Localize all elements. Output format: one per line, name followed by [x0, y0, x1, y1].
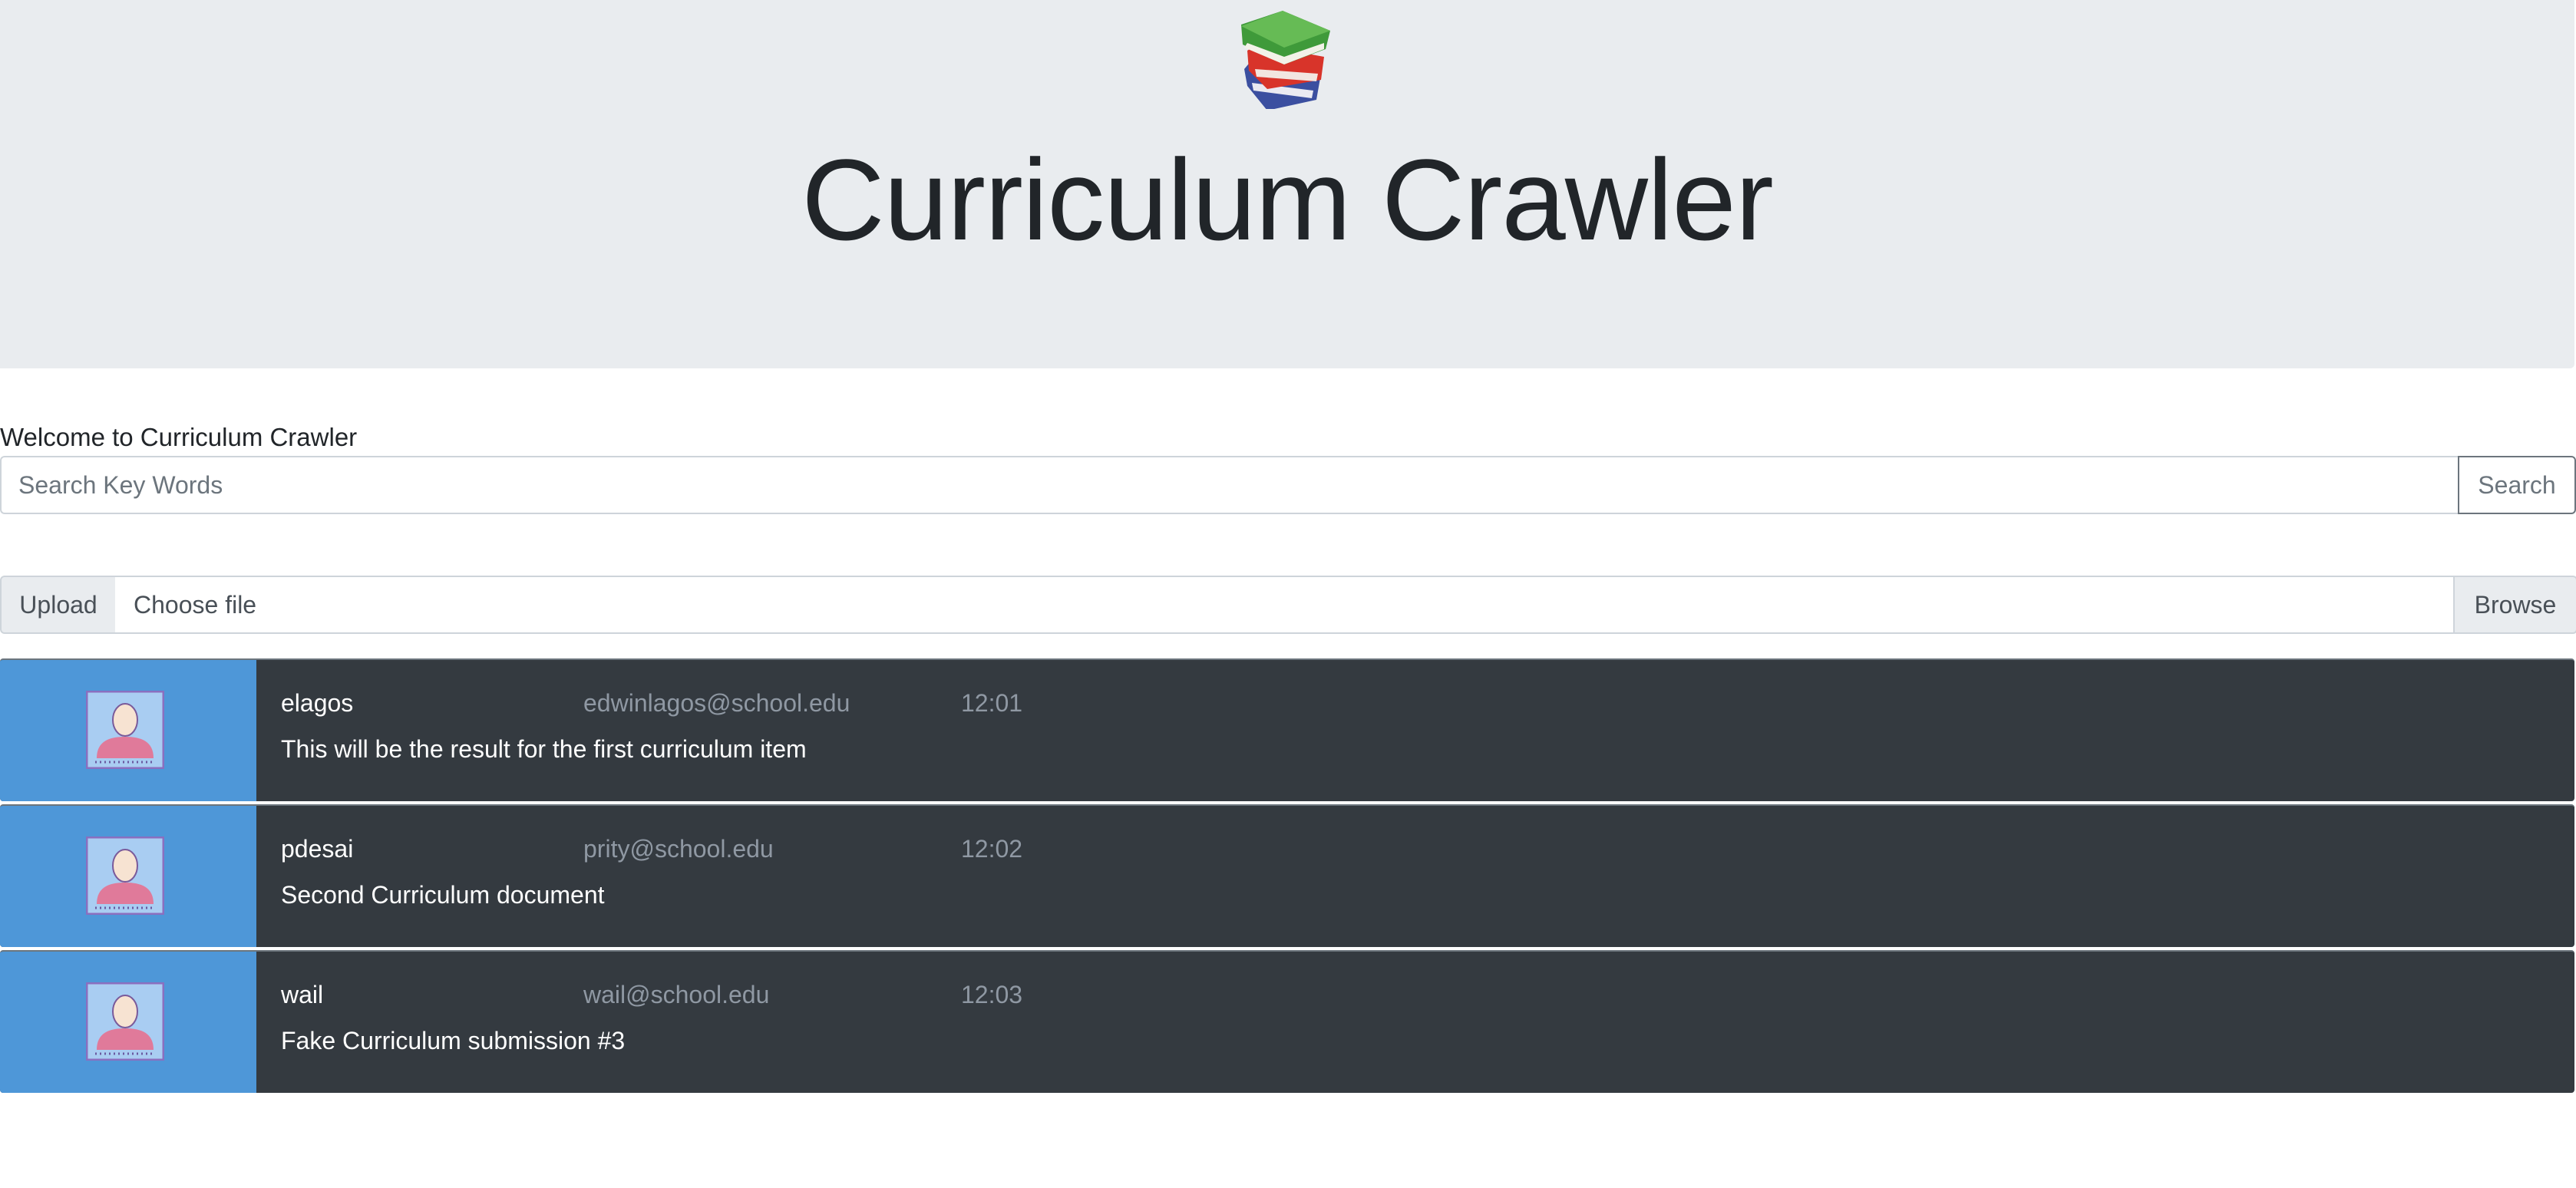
result-email: edwinlagos@school.edu: [583, 689, 850, 717]
result-time: 12:02: [961, 835, 1023, 863]
header-jumbotron: Curriculum Crawler: [0, 0, 2574, 368]
file-input-label: Choose file: [134, 591, 257, 619]
result-username: elagos: [281, 689, 354, 717]
result-username: wail: [281, 981, 324, 1008]
avatar-cell: [0, 952, 256, 1093]
page-title: Curriculum Crawler: [801, 135, 1774, 264]
books-icon: [1241, 11, 1330, 109]
result-description: Second Curriculum document: [281, 881, 605, 909]
result-item[interactable]: wail wail@school.edu 12:03 Fake Curricul…: [0, 950, 2574, 1093]
result-description: This will be the result for the first cu…: [281, 735, 807, 763]
result-description: Fake Curriculum submission #3: [281, 1027, 626, 1054]
welcome-text: Welcome to Curriculum Crawler: [0, 423, 358, 451]
search-bar: Search Key Words Search: [0, 456, 2576, 514]
file-input[interactable]: Choose file: [115, 576, 2453, 634]
avatar-cell: [0, 660, 256, 801]
result-time: 12:03: [961, 981, 1023, 1008]
upload-bar: Upload Choose file Browse: [0, 576, 2576, 634]
search-input[interactable]: Search Key Words: [0, 456, 2459, 514]
result-item[interactable]: pdesai prity@school.edu 12:02 Second Cur…: [0, 804, 2574, 947]
user-avatar-icon: [86, 691, 164, 769]
search-button[interactable]: Search: [2458, 456, 2576, 514]
user-avatar-icon: [86, 837, 164, 915]
result-item[interactable]: elagos edwinlagos@school.edu 12:01 This …: [0, 658, 2574, 801]
result-username: pdesai: [281, 835, 354, 863]
search-placeholder: Search Key Words: [18, 471, 223, 499]
browse-button[interactable]: Browse: [2453, 576, 2576, 634]
upload-button[interactable]: Upload: [0, 576, 117, 634]
user-avatar-icon: [86, 982, 164, 1061]
result-email: wail@school.edu: [583, 981, 770, 1008]
avatar-cell: [0, 806, 256, 947]
result-email: prity@school.edu: [583, 835, 774, 863]
results-list: elagos edwinlagos@school.edu 12:01 This …: [0, 658, 2574, 1096]
result-time: 12:01: [961, 689, 1023, 717]
